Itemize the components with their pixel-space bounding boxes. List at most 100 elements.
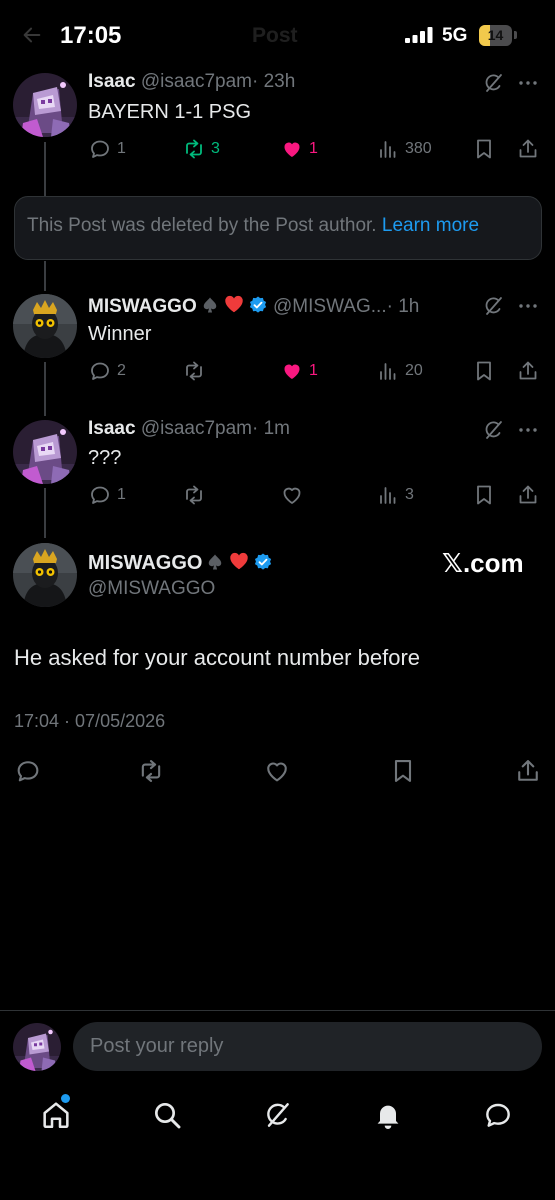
- views-button[interactable]: 20: [376, 359, 423, 383]
- like-button[interactable]: 1: [280, 359, 318, 383]
- bookmark-icon: [472, 483, 496, 507]
- divider: [0, 1010, 555, 1011]
- learn-more-link[interactable]: Learn more: [382, 215, 479, 236]
- nav-grok[interactable]: [261, 1099, 293, 1131]
- main-post-timestamp: 17:04 · 07/05/2026: [14, 711, 166, 731]
- main-post-author[interactable]: MISWAGGO: [88, 550, 273, 575]
- repost-icon: [182, 483, 206, 507]
- more-icon[interactable]: [516, 418, 540, 442]
- network-type: 5G: [442, 25, 468, 46]
- spade-emoji-icon: [200, 295, 220, 315]
- grok-icon[interactable]: [481, 71, 505, 95]
- deleted-post-notice: This Post was deleted by the Post author…: [14, 196, 542, 260]
- post-header: Isaac @isaac7pam· 1m: [88, 418, 290, 440]
- notifications-icon: [372, 1099, 404, 1131]
- author-name[interactable]: Isaac: [88, 71, 136, 92]
- views-button[interactable]: 3: [376, 483, 414, 507]
- author-name[interactable]: MISWAGGO: [88, 296, 197, 317]
- reply-button[interactable]: 2: [88, 359, 126, 383]
- more-icon[interactable]: [516, 294, 540, 318]
- repost-button[interactable]: 3: [182, 137, 220, 161]
- like-button[interactable]: [280, 483, 304, 507]
- verified-badge-icon: [253, 552, 273, 572]
- views-count: 380: [405, 140, 432, 157]
- nav-home[interactable]: [40, 1099, 72, 1131]
- reply-icon: [88, 359, 112, 383]
- post-time: · 23h: [252, 71, 296, 92]
- like-button[interactable]: 1: [280, 137, 318, 161]
- repost-button[interactable]: [137, 757, 165, 785]
- bookmark-button[interactable]: [472, 359, 496, 383]
- reply-icon: [14, 757, 42, 785]
- author-name[interactable]: Isaac: [88, 418, 136, 439]
- main-post-text: He asked for your account number before: [14, 645, 421, 670]
- views-button[interactable]: 380: [376, 137, 432, 161]
- post-text: Winner: [88, 323, 152, 345]
- share-button[interactable]: [516, 359, 540, 383]
- author-handle[interactable]: @isaac7pam: [141, 418, 252, 439]
- more-icon[interactable]: [516, 71, 540, 95]
- post-time: · 1m: [252, 418, 290, 439]
- share-button[interactable]: [516, 137, 540, 161]
- bookmark-icon: [472, 137, 496, 161]
- repost-button[interactable]: [182, 359, 206, 383]
- avatar[interactable]: [13, 73, 77, 137]
- share-icon: [516, 359, 540, 383]
- reply-button[interactable]: 1: [88, 137, 126, 161]
- reply-count: 1: [117, 140, 126, 157]
- nav-notifications[interactable]: [372, 1099, 404, 1131]
- share-icon: [516, 137, 540, 161]
- avatar[interactable]: [13, 294, 77, 358]
- share-icon: [516, 483, 540, 507]
- author-handle[interactable]: @MISWAG...: [273, 296, 387, 317]
- reply-count: 2: [117, 362, 126, 379]
- reply-icon: [88, 137, 112, 161]
- author-name[interactable]: MISWAGGO: [88, 552, 202, 574]
- back-arrow-icon[interactable]: [20, 24, 44, 46]
- reply-icon: [88, 483, 112, 507]
- like-count: 1: [309, 362, 318, 379]
- like-icon: [280, 137, 304, 161]
- reply-button[interactable]: [14, 757, 42, 785]
- avatar[interactable]: [13, 543, 77, 607]
- like-icon: [263, 757, 291, 785]
- reply-count: 1: [117, 486, 126, 503]
- repost-icon: [182, 137, 206, 161]
- battery-icon: 14: [479, 25, 512, 46]
- home-notification-dot: [61, 1094, 70, 1103]
- author-handle[interactable]: @MISWAGGO: [88, 578, 215, 600]
- views-count: 3: [405, 486, 414, 503]
- like-button[interactable]: [263, 757, 291, 785]
- post-header: Isaac @isaac7pam· 23h: [88, 71, 295, 93]
- post-time: · 1h: [386, 296, 420, 317]
- home-icon: [40, 1099, 72, 1131]
- share-button[interactable]: [514, 757, 542, 785]
- reply-button[interactable]: 1: [88, 483, 126, 507]
- repost-icon: [137, 757, 165, 785]
- grok-icon[interactable]: [481, 418, 505, 442]
- grok-icon[interactable]: [481, 294, 505, 318]
- bookmark-button[interactable]: [389, 757, 417, 785]
- red-heart-emoji-icon: [228, 550, 250, 572]
- bookmark-button[interactable]: [472, 137, 496, 161]
- share-button[interactable]: [516, 483, 540, 507]
- nav-messages[interactable]: [482, 1099, 514, 1131]
- deleted-notice-text: This Post was deleted by the Post author…: [27, 215, 377, 236]
- nav-search[interactable]: [151, 1099, 183, 1131]
- grok-icon: [261, 1099, 293, 1131]
- like-icon: [280, 483, 304, 507]
- post-text: ???: [88, 447, 122, 469]
- author-handle[interactable]: @isaac7pam: [141, 71, 252, 92]
- views-icon: [376, 137, 400, 161]
- search-icon: [151, 1099, 183, 1131]
- bookmark-button[interactable]: [472, 483, 496, 507]
- post-header: MISWAGGO @MISWAG...· 1h: [88, 293, 419, 318]
- my-avatar[interactable]: [13, 1023, 61, 1071]
- post-text: BAYERN 1-1 PSG: [88, 101, 252, 123]
- spade-emoji-icon: [205, 552, 225, 572]
- reply-placeholder: Post your reply: [90, 1035, 224, 1057]
- repost-button[interactable]: [182, 483, 206, 507]
- avatar[interactable]: [13, 420, 77, 484]
- thread-line: [44, 142, 46, 196]
- red-heart-emoji-icon: [223, 293, 245, 315]
